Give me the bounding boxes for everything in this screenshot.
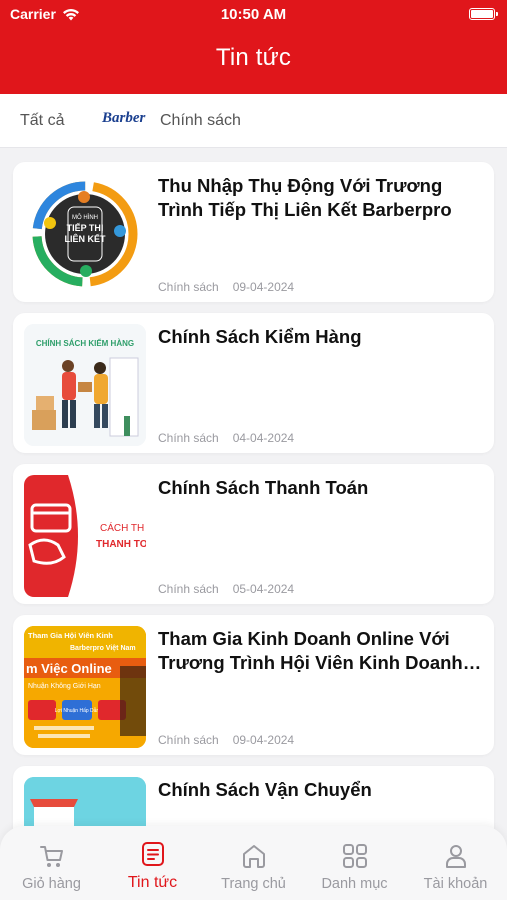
nav-category[interactable]: Danh mục: [304, 842, 405, 892]
nav-home[interactable]: Trang chủ: [203, 842, 304, 892]
article-title: Chính Sách Vận Chuyển: [158, 779, 372, 800]
category-tabs: Tất cả Barber Chính sách: [0, 94, 507, 148]
user-icon: [445, 845, 466, 868]
article-date: 05-04-2024: [232, 582, 295, 596]
article-card[interactable]: CHÍNH SÁCH KIỂM HÀNG Chính Sách Kiểm Hàn…: [13, 313, 494, 453]
article-title: Chính Sách Kiểm Hàng: [158, 326, 362, 347]
nav-cart[interactable]: Giỏ hàng: [1, 842, 102, 892]
article-thumbnail: CÁCH TH THANH TO: [24, 475, 146, 597]
thumb-text: Nhuận Không Giới Hạn: [28, 683, 101, 690]
inspection-illustration-image: CHÍNH SÁCH KIỂM HÀNG: [24, 324, 146, 446]
article-meta: Chính sách 05-04-2024: [158, 582, 294, 596]
battery-icon: [469, 8, 498, 20]
cart-icon: [39, 846, 63, 867]
article-thumbnail: CHÍNH SÁCH KIỂM HÀNG: [24, 324, 146, 446]
thumb-text: THANH TO: [96, 539, 146, 550]
tab-all-label: Tất cả: [20, 112, 65, 129]
tab-policy-label: Chính sách: [160, 112, 241, 129]
thumb-text: Lợi Nhuận Hấp Dẫn: [55, 707, 100, 714]
barber-logo: Barber: [102, 110, 154, 132]
app-header: Carrier 10:50 AM Tin tức: [0, 0, 507, 94]
payment-illustration-image: CÁCH TH THANH TO: [24, 475, 146, 597]
article-category: Chính sách: [158, 582, 219, 596]
article-thumbnail: Tham Gia Hội Viên Kinh Barberpro Việt Na…: [24, 626, 146, 748]
thumb-text: CHÍNH SÁCH KIỂM HÀNG: [36, 339, 134, 348]
status-bar: Carrier 10:50 AM: [0, 6, 507, 24]
article-date: 09-04-2024: [232, 280, 295, 294]
article-category: Chính sách: [158, 280, 219, 294]
thumb-text: Tham Gia Hội Viên Kinh: [28, 631, 113, 640]
tab-all[interactable]: Tất cả: [20, 94, 64, 148]
thumb-text: MÔ HÌNH: [72, 214, 98, 221]
tab-policy[interactable]: Barber Chính sách: [102, 94, 241, 148]
barber-logo-text: Barber: [102, 110, 146, 126]
thumb-text: LIÊN KẾT: [64, 233, 106, 244]
article-meta: Chính sách 09-04-2024: [158, 280, 294, 294]
nav-account[interactable]: Tài khoản: [405, 842, 506, 892]
nav-category-label: Danh mục: [321, 876, 388, 892]
grid-icon: [342, 844, 367, 868]
news-icon: [141, 842, 164, 866]
home-icon: [242, 845, 265, 868]
article-title: Thu Nhập Thụ Động Với Trương Trình Tiếp …: [158, 175, 452, 220]
article-thumbnail: MÔ HÌNH TIẾP THỊ LIÊN KẾT: [24, 173, 146, 295]
article-date: 09-04-2024: [232, 733, 295, 747]
nav-news[interactable]: Tin tức: [102, 840, 203, 892]
nav-news-label: Tin tức: [127, 874, 178, 891]
article-card[interactable]: CÁCH TH THANH TO Chính Sách Thanh Toán C…: [13, 464, 494, 604]
article-category: Chính sách: [158, 431, 219, 445]
article-date: 04-04-2024: [232, 431, 295, 445]
page-title: Tin tức: [215, 44, 292, 71]
thumb-text: TIẾP THỊ: [67, 223, 104, 233]
article-title: Tham Gia Kinh Doanh Online Với Trương Tr…: [158, 628, 463, 673]
article-meta: Chính sách 09-04-2024: [158, 733, 294, 747]
affiliate-diagram-image: MÔ HÌNH TIẾP THỊ LIÊN KẾT: [32, 181, 138, 287]
nav-cart-label: Giỏ hàng: [22, 876, 81, 892]
thumb-text: CÁCH TH: [100, 521, 144, 534]
bottom-navigation: Giỏ hàng Tin tức Trang chủ Danh mục Tài …: [0, 826, 507, 900]
article-title: Chính Sách Thanh Toán: [158, 477, 369, 498]
online-business-banner-image: Tham Gia Hội Viên Kinh Barberpro Việt Na…: [24, 626, 146, 748]
article-card[interactable]: Tham Gia Hội Viên Kinh Barberpro Việt Na…: [13, 615, 494, 755]
nav-home-label: Trang chủ: [221, 876, 286, 892]
nav-account-label: Tài khoản: [423, 876, 488, 892]
article-card[interactable]: MÔ HÌNH TIẾP THỊ LIÊN KẾT Thu Nhập Thụ Đ…: [13, 162, 494, 302]
thumb-text: Barberpro Việt Nam: [70, 645, 136, 652]
status-time: 10:50 AM: [220, 6, 287, 23]
article-category: Chính sách: [158, 733, 219, 747]
article-meta: Chính sách 04-04-2024: [158, 431, 294, 445]
thumb-text: m Việc Online: [26, 661, 112, 676]
